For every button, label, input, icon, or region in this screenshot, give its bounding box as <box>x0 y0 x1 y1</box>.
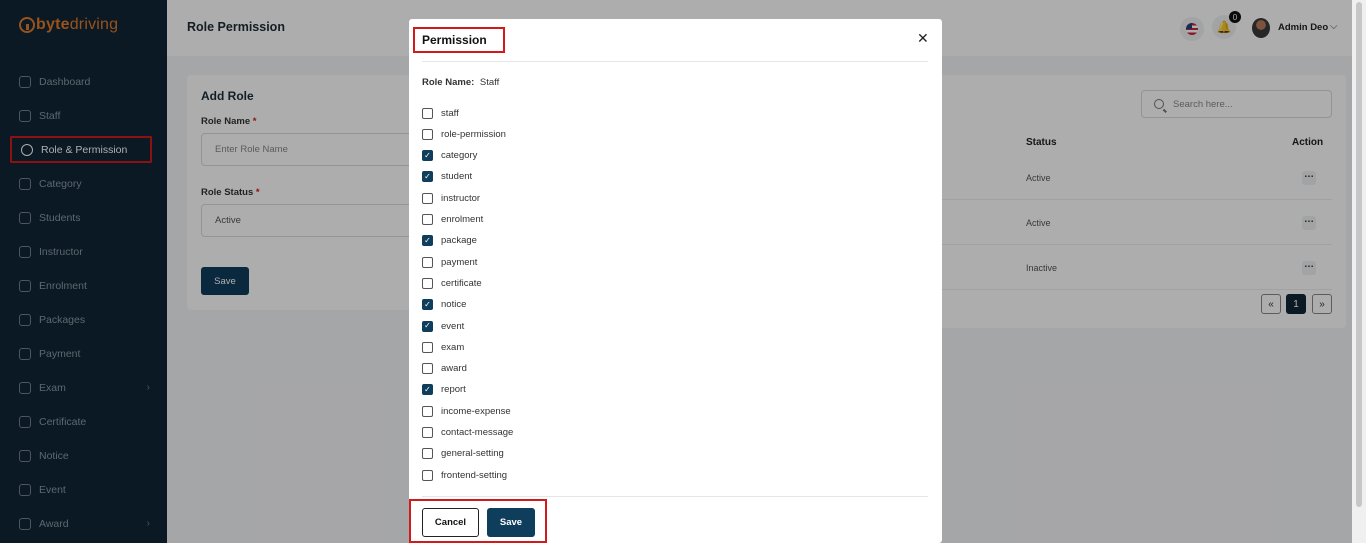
permission-item-certificate[interactable]: certificate <box>422 276 482 290</box>
permission-label: enrolment <box>441 214 484 225</box>
permission-label: general-setting <box>441 448 504 460</box>
permission-checkbox[interactable]: ✓ <box>422 299 433 311</box>
permission-item-report[interactable]: ✓ report <box>422 383 466 397</box>
permission-label: category <box>441 150 478 162</box>
permission-item-event[interactable]: ✓ event <box>422 319 464 333</box>
divider <box>422 61 928 62</box>
permission-checkbox[interactable] <box>422 427 433 438</box>
permission-checkbox[interactable] <box>422 128 433 140</box>
permission-item-package[interactable]: ✓ package <box>422 234 477 248</box>
permission-item-instructor[interactable]: instructor <box>422 191 480 205</box>
permission-item-contact-message[interactable]: contact-message <box>422 426 513 440</box>
permission-item-income-expense[interactable]: income-expense <box>422 404 511 418</box>
permission-checkbox[interactable] <box>422 448 433 460</box>
permission-label: payment <box>441 256 478 268</box>
permission-label: exam <box>441 341 465 353</box>
modal-title: Permission <box>413 27 505 53</box>
permission-item-role-permission[interactable]: role-permission <box>422 127 506 141</box>
close-icon[interactable]: ✕ <box>917 30 929 47</box>
permission-checkbox[interactable]: ✓ <box>422 384 433 396</box>
permission-checkbox[interactable]: ✓ <box>422 150 433 162</box>
scrollbar-thumb[interactable] <box>1356 2 1362 507</box>
divider <box>422 496 928 497</box>
permission-item-category[interactable]: ✓ category <box>422 149 477 163</box>
permission-item-general-setting[interactable]: general-setting <box>422 447 504 461</box>
permission-item-staff[interactable]: staff <box>422 106 459 120</box>
permission-label: notice <box>441 299 467 311</box>
permission-label: income-expense <box>441 405 511 417</box>
role-name-value: Staff <box>479 77 500 88</box>
permission-item-exam[interactable]: exam <box>422 340 464 354</box>
permission-checkbox[interactable] <box>422 192 433 204</box>
permission-checkbox[interactable]: ✓ <box>422 171 433 183</box>
permission-label: report <box>441 384 466 396</box>
permission-checkbox[interactable]: ✓ <box>422 320 433 332</box>
cancel-button[interactable]: Cancel <box>422 508 479 537</box>
permission-label: award <box>441 363 467 375</box>
permission-checkbox[interactable] <box>422 405 433 417</box>
permission-label: instructor <box>441 192 481 204</box>
permission-checkbox[interactable]: ✓ <box>422 235 433 247</box>
permission-item-payment[interactable]: payment <box>422 255 477 269</box>
permission-label: package <box>441 235 477 247</box>
permission-label: frontend-setting <box>441 469 508 481</box>
permission-label: contact-message <box>441 427 514 438</box>
permission-item-student[interactable]: ✓ student <box>422 170 472 184</box>
permission-checkbox[interactable] <box>422 363 433 375</box>
permission-item-frontend-setting[interactable]: frontend-setting <box>422 468 507 482</box>
permission-checkbox[interactable] <box>422 469 433 481</box>
permission-checkbox[interactable] <box>422 256 433 268</box>
permission-item-award[interactable]: award <box>422 362 467 376</box>
permission-label: student <box>441 171 473 183</box>
permission-checkbox[interactable] <box>422 341 433 353</box>
permission-modal: Permission ✕ Role Name: Staff staff role-… <box>409 19 942 543</box>
role-name-key: Role Name: <box>422 77 475 88</box>
permission-item-enrolment[interactable]: enrolment <box>422 213 483 227</box>
save-button[interactable]: Save <box>487 508 535 537</box>
permission-checkbox[interactable] <box>422 107 433 119</box>
permission-checkbox[interactable] <box>422 277 433 289</box>
modal-role-name: Role Name: Staff <box>422 77 499 88</box>
permission-label: staff <box>441 107 459 119</box>
permission-item-notice[interactable]: ✓ notice <box>422 298 466 312</box>
permission-label: certificate <box>441 277 482 289</box>
permission-checkbox[interactable] <box>422 214 433 225</box>
permission-label: event <box>441 320 465 332</box>
permission-label: role-permission <box>441 128 506 140</box>
